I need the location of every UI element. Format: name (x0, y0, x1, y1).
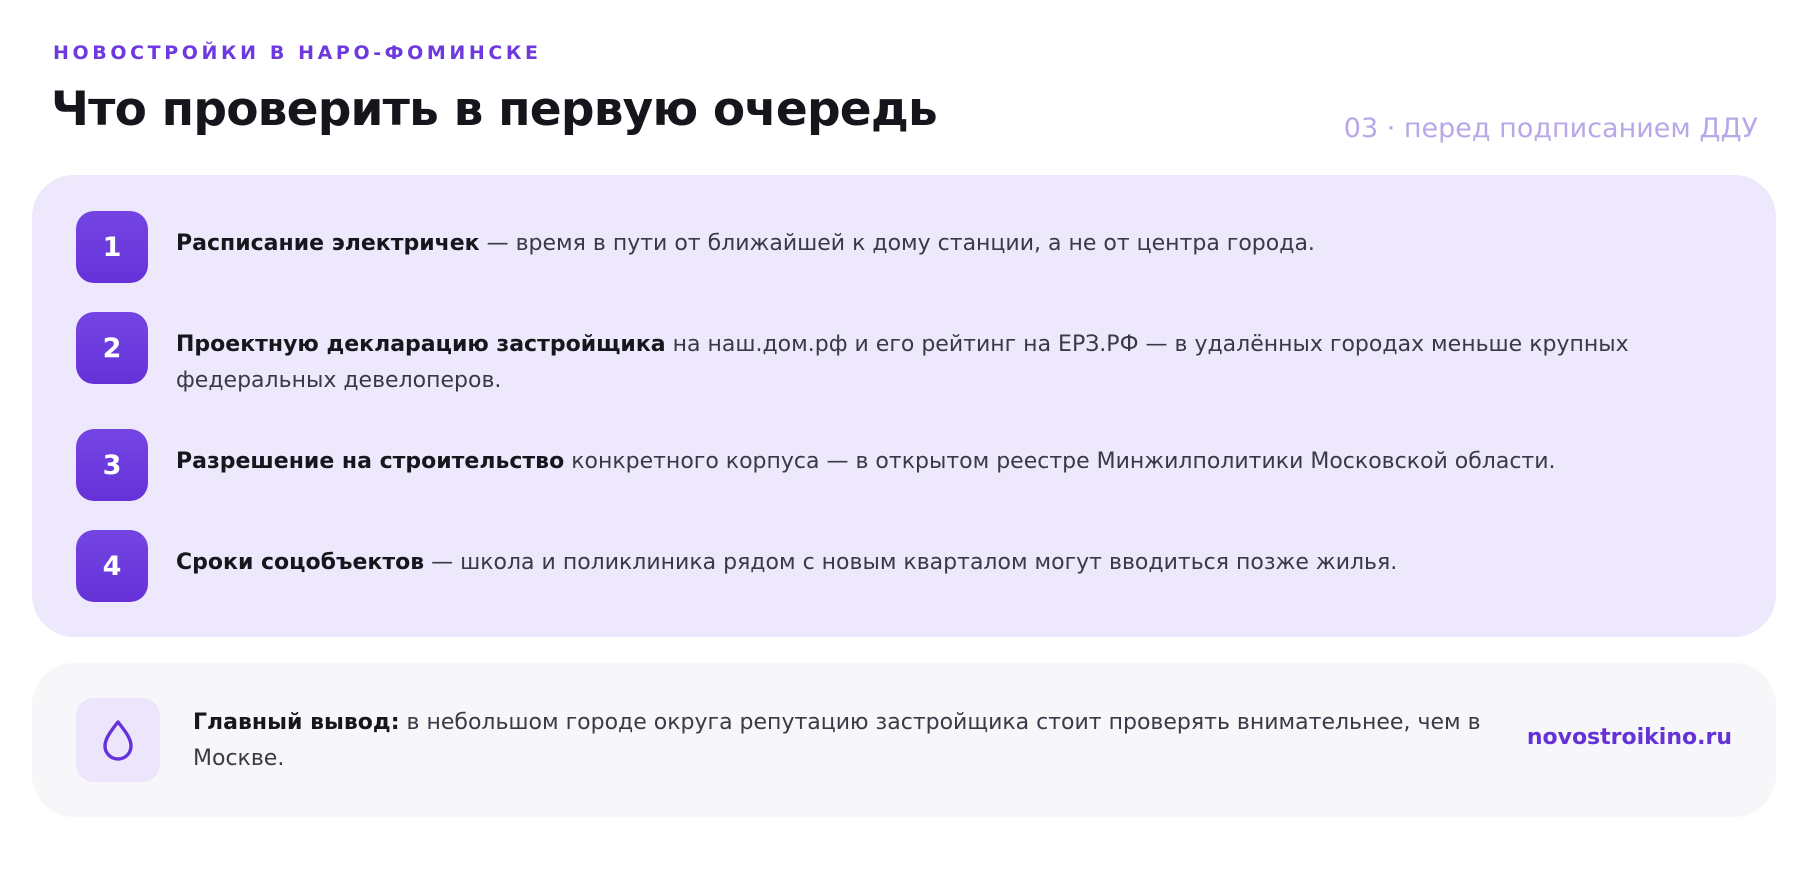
checklist-item-title: Расписание электричек (176, 231, 480, 256)
summary-text: Главный вывод: в небольшом городе округа… (193, 705, 1553, 777)
checklist-item-title: Разрешение на строительство (176, 449, 565, 474)
checklist-item-description: — время в пути от ближайшей к дому станц… (479, 231, 1315, 256)
checklist-item-text: Сроки соцобъектов — школа и поликлиника … (176, 530, 1736, 581)
site-link[interactable]: novostroikino.ru (1527, 725, 1732, 750)
checklist-item-3: 3 Разрешение на строительство конкретног… (76, 429, 1736, 501)
page-title: Что проверить в первую очередь (51, 82, 938, 137)
summary-card: Главный вывод: в небольшом городе округа… (32, 663, 1776, 817)
section-kicker: НОВОСТРОЙКИ В НАРО-ФОМИНСКЕ (53, 42, 542, 64)
step-number-badge: 3 (76, 429, 148, 501)
infographic-page: НОВОСТРОЙКИ В НАРО-ФОМИНСКЕ Что проверит… (0, 0, 1800, 878)
checklist-item-text: Расписание электричек — время в пути от … (176, 211, 1736, 262)
checklist-item-2: 2 Проектную декларацию застройщика на на… (76, 312, 1736, 399)
step-number-badge: 2 (76, 312, 148, 384)
step-number-badge: 4 (76, 530, 148, 602)
summary-title: Главный вывод: (193, 710, 400, 735)
checklist-item-title: Сроки соцобъектов (176, 550, 425, 575)
checklist-item-title: Проектную декларацию застройщика (176, 332, 666, 357)
checklist-item-description: конкретного корпуса — в открытом реестре… (564, 449, 1556, 474)
drop-icon (76, 698, 160, 782)
step-number-badge: 1 (76, 211, 148, 283)
step-tagline: 03 · перед подписанием ДДУ (1343, 113, 1758, 144)
checklist-item-text: Разрешение на строительство конкретного … (176, 429, 1736, 480)
checklist-card: 1 Расписание электричек — время в пути о… (32, 175, 1776, 637)
checklist-item-text: Проектную декларацию застройщика на наш.… (176, 312, 1736, 399)
checklist-item-description: — школа и поликлиника рядом с новым квар… (424, 550, 1398, 575)
checklist-item-1: 1 Расписание электричек — время в пути о… (76, 211, 1736, 283)
checklist-item-4: 4 Сроки соцобъектов — школа и поликлиник… (76, 530, 1736, 602)
